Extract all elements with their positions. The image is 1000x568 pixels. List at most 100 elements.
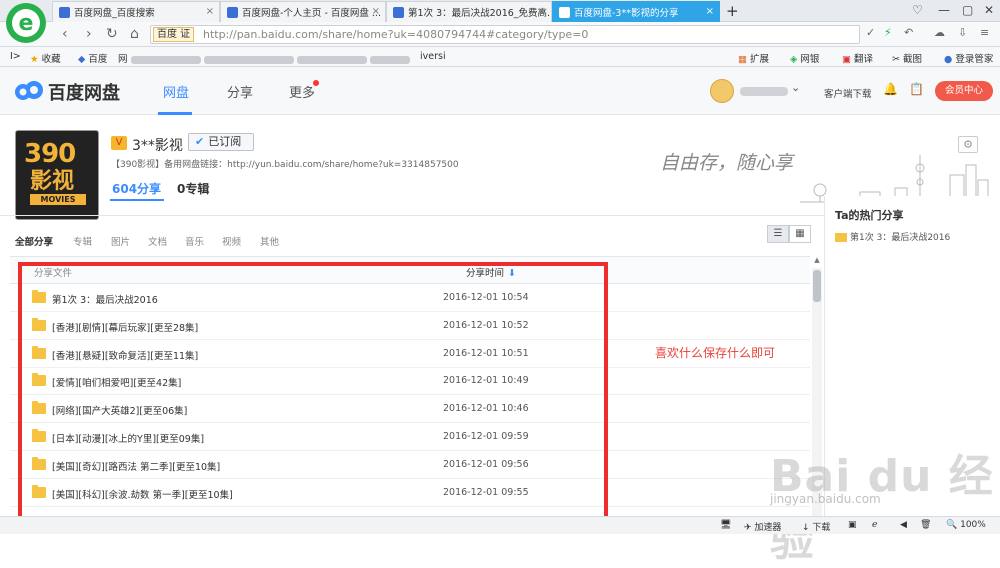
blurred-bookmarks: [296, 55, 367, 64]
security-shield-icon[interactable]: ✓: [866, 26, 875, 39]
undo-icon[interactable]: ↶: [904, 26, 913, 39]
scroll-thumb[interactable]: [813, 270, 821, 302]
hot-share-item[interactable]: 第1次 3：最后决战2016: [835, 230, 950, 243]
bookmark-net[interactable]: 网: [118, 51, 410, 65]
filter-other[interactable]: 其他: [260, 234, 279, 248]
close-icon[interactable]: ×: [206, 6, 214, 17]
filter-all[interactable]: 全部分享: [15, 234, 53, 248]
bookmark-label: 收藏: [41, 54, 61, 65]
tab-pan-home[interactable]: 百度网盘-个人主页 - 百度网盘 ... ×: [220, 1, 386, 22]
vip-center-button[interactable]: 会员中心: [935, 81, 993, 101]
download-label: 下载: [812, 523, 831, 533]
login-manager[interactable]: ● 登录管家: [944, 51, 993, 65]
reading-mode-icon[interactable]: ▣: [848, 520, 857, 530]
site-header: 百度网盘 网盘 分享 更多 ⌄ 客户端下载 🔔 📋 会员中心: [0, 67, 1000, 115]
screenshot-menu[interactable]: ✂ 截图: [892, 51, 922, 65]
tab-label: 百度网盘-3**影视的分享: [574, 8, 679, 19]
download-status[interactable]: ↓ 下载: [802, 520, 830, 533]
cover-subtitle: MOVIES: [30, 194, 86, 205]
filter-doc[interactable]: 文档: [148, 234, 167, 248]
username-blurred[interactable]: [740, 87, 788, 96]
filter-image[interactable]: 图片: [111, 234, 130, 248]
filter-album[interactable]: 专辑: [73, 234, 92, 248]
accelerator-icon: ✈: [744, 523, 752, 533]
user-icon: ●: [944, 54, 953, 65]
profile-name: 3**影视: [132, 138, 183, 154]
skin-icon[interactable]: ♡: [912, 3, 923, 17]
nav-netdisk[interactable]: 网盘: [163, 82, 189, 101]
album-count-tab[interactable]: 0专辑: [177, 180, 209, 197]
slogan: 自由存，随心享: [660, 152, 794, 174]
bookmark-bar: I> ★ 收藏 ◆ 百度 网 iversi ▦ 扩展 ◈ 网银 ▣ 翻译 ✂ 截…: [0, 47, 1000, 67]
tab-baidu-search[interactable]: 百度网盘_百度搜索 ×: [52, 1, 220, 22]
subscribed-button[interactable]: ✔ 已订阅: [188, 133, 254, 151]
bookmark-label: 网: [118, 54, 128, 65]
scroll-up-icon[interactable]: ▲: [812, 256, 822, 268]
filter-video[interactable]: 视频: [222, 234, 241, 248]
network-icon[interactable]: 🖥: [720, 520, 731, 530]
grid-view-icon[interactable]: ▦: [789, 225, 811, 243]
client-download-link[interactable]: 客户端下载: [824, 86, 872, 100]
tab-label: 百度网盘_百度搜索: [74, 8, 155, 19]
zoom-icon: 🔍: [946, 520, 958, 530]
profile-cover-image[interactable]: 390 影视 MOVIES: [15, 130, 99, 220]
chevron-down-icon[interactable]: ⌄: [791, 81, 800, 94]
bookmark-universe[interactable]: iversi: [420, 51, 446, 62]
new-tab-button[interactable]: +: [726, 2, 739, 20]
lightning-icon[interactable]: ⚡: [884, 26, 892, 39]
close-window-icon[interactable]: ✕: [984, 3, 994, 17]
back-icon[interactable]: ‹: [62, 26, 68, 42]
baidu-paw-icon: ◆: [78, 54, 86, 65]
ie-icon[interactable]: ℯ: [872, 520, 877, 530]
clipboard-icon[interactable]: 📋: [909, 82, 924, 96]
translate-icon: ▣: [842, 54, 851, 65]
vip-crown-icon: V: [111, 136, 127, 150]
bookmark-favorites[interactable]: ★ 收藏: [30, 51, 61, 65]
maximize-icon[interactable]: ▢: [962, 3, 973, 17]
tab-share-item[interactable]: 第1次 3：最后决战2016_免费高... ×: [386, 1, 552, 22]
forward-icon[interactable]: ›: [86, 26, 92, 42]
sidebar-toggle[interactable]: I>: [10, 51, 21, 62]
site-verified-badge[interactable]: 百度 证: [153, 27, 195, 42]
tab-label: 百度网盘-个人主页 - 百度网盘 ...: [242, 8, 381, 19]
browser-logo-icon[interactable]: e: [6, 3, 46, 43]
avatar[interactable]: [710, 79, 734, 103]
bookmark-label: 百度: [88, 54, 108, 65]
tab-active-share[interactable]: 百度网盘-3**影视的分享 ×: [552, 1, 720, 22]
baidu-cloud-logo-icon[interactable]: [14, 78, 44, 104]
bookmark-baidu[interactable]: ◆ 百度: [78, 51, 107, 65]
status-bar: 🖥 ✈ 加速器 ↓ 下载 ▣ ℯ ◀ 🗑 🔍 100%: [0, 516, 1000, 534]
filter-music[interactable]: 音乐: [185, 234, 204, 248]
close-icon[interactable]: ×: [372, 6, 380, 17]
download-icon[interactable]: ⇩: [958, 26, 967, 39]
close-icon[interactable]: ×: [706, 6, 714, 17]
accelerator[interactable]: ✈ 加速器: [744, 520, 781, 533]
zoom-control[interactable]: 🔍 100%: [946, 520, 986, 530]
menu-icon[interactable]: ≡: [980, 26, 989, 39]
bookmark-label: 翻译: [854, 54, 874, 65]
nav-share[interactable]: 分享: [227, 82, 253, 101]
download-icon: ↓: [802, 523, 810, 533]
netbank-menu[interactable]: ◈ 网银: [790, 51, 819, 65]
url-input[interactable]: 百度 证 http://pan.baidu.com/share/home?uk=…: [150, 25, 860, 44]
star-icon: ★: [30, 54, 39, 65]
cloud-sync-icon[interactable]: ☁: [934, 26, 945, 39]
nav-more[interactable]: 更多: [289, 82, 315, 101]
close-icon[interactable]: ×: [538, 6, 546, 17]
bell-icon[interactable]: 🔔: [883, 82, 898, 96]
clean-icon[interactable]: 🗑: [920, 520, 931, 530]
refresh-icon[interactable]: ↻: [106, 26, 118, 42]
cloud-icon: [559, 6, 570, 18]
blurred-bookmarks: [130, 55, 201, 64]
zoom-label: 100%: [960, 520, 986, 530]
sound-icon[interactable]: ◀: [900, 520, 907, 530]
site-logo-text[interactable]: 百度网盘: [48, 79, 120, 105]
minimize-icon[interactable]: —: [938, 3, 950, 17]
share-count-tab[interactable]: 604分享: [112, 180, 161, 197]
home-icon[interactable]: ⌂: [130, 26, 139, 42]
tab-label: 第1次 3：最后决战2016_免费高...: [408, 8, 552, 19]
extensions-menu[interactable]: ▦ 扩展: [738, 51, 769, 65]
watermark-url: jingyan.baidu.com: [770, 492, 881, 506]
list-view-icon[interactable]: ☰: [767, 225, 789, 243]
translate-menu[interactable]: ▣ 翻译: [842, 51, 873, 65]
